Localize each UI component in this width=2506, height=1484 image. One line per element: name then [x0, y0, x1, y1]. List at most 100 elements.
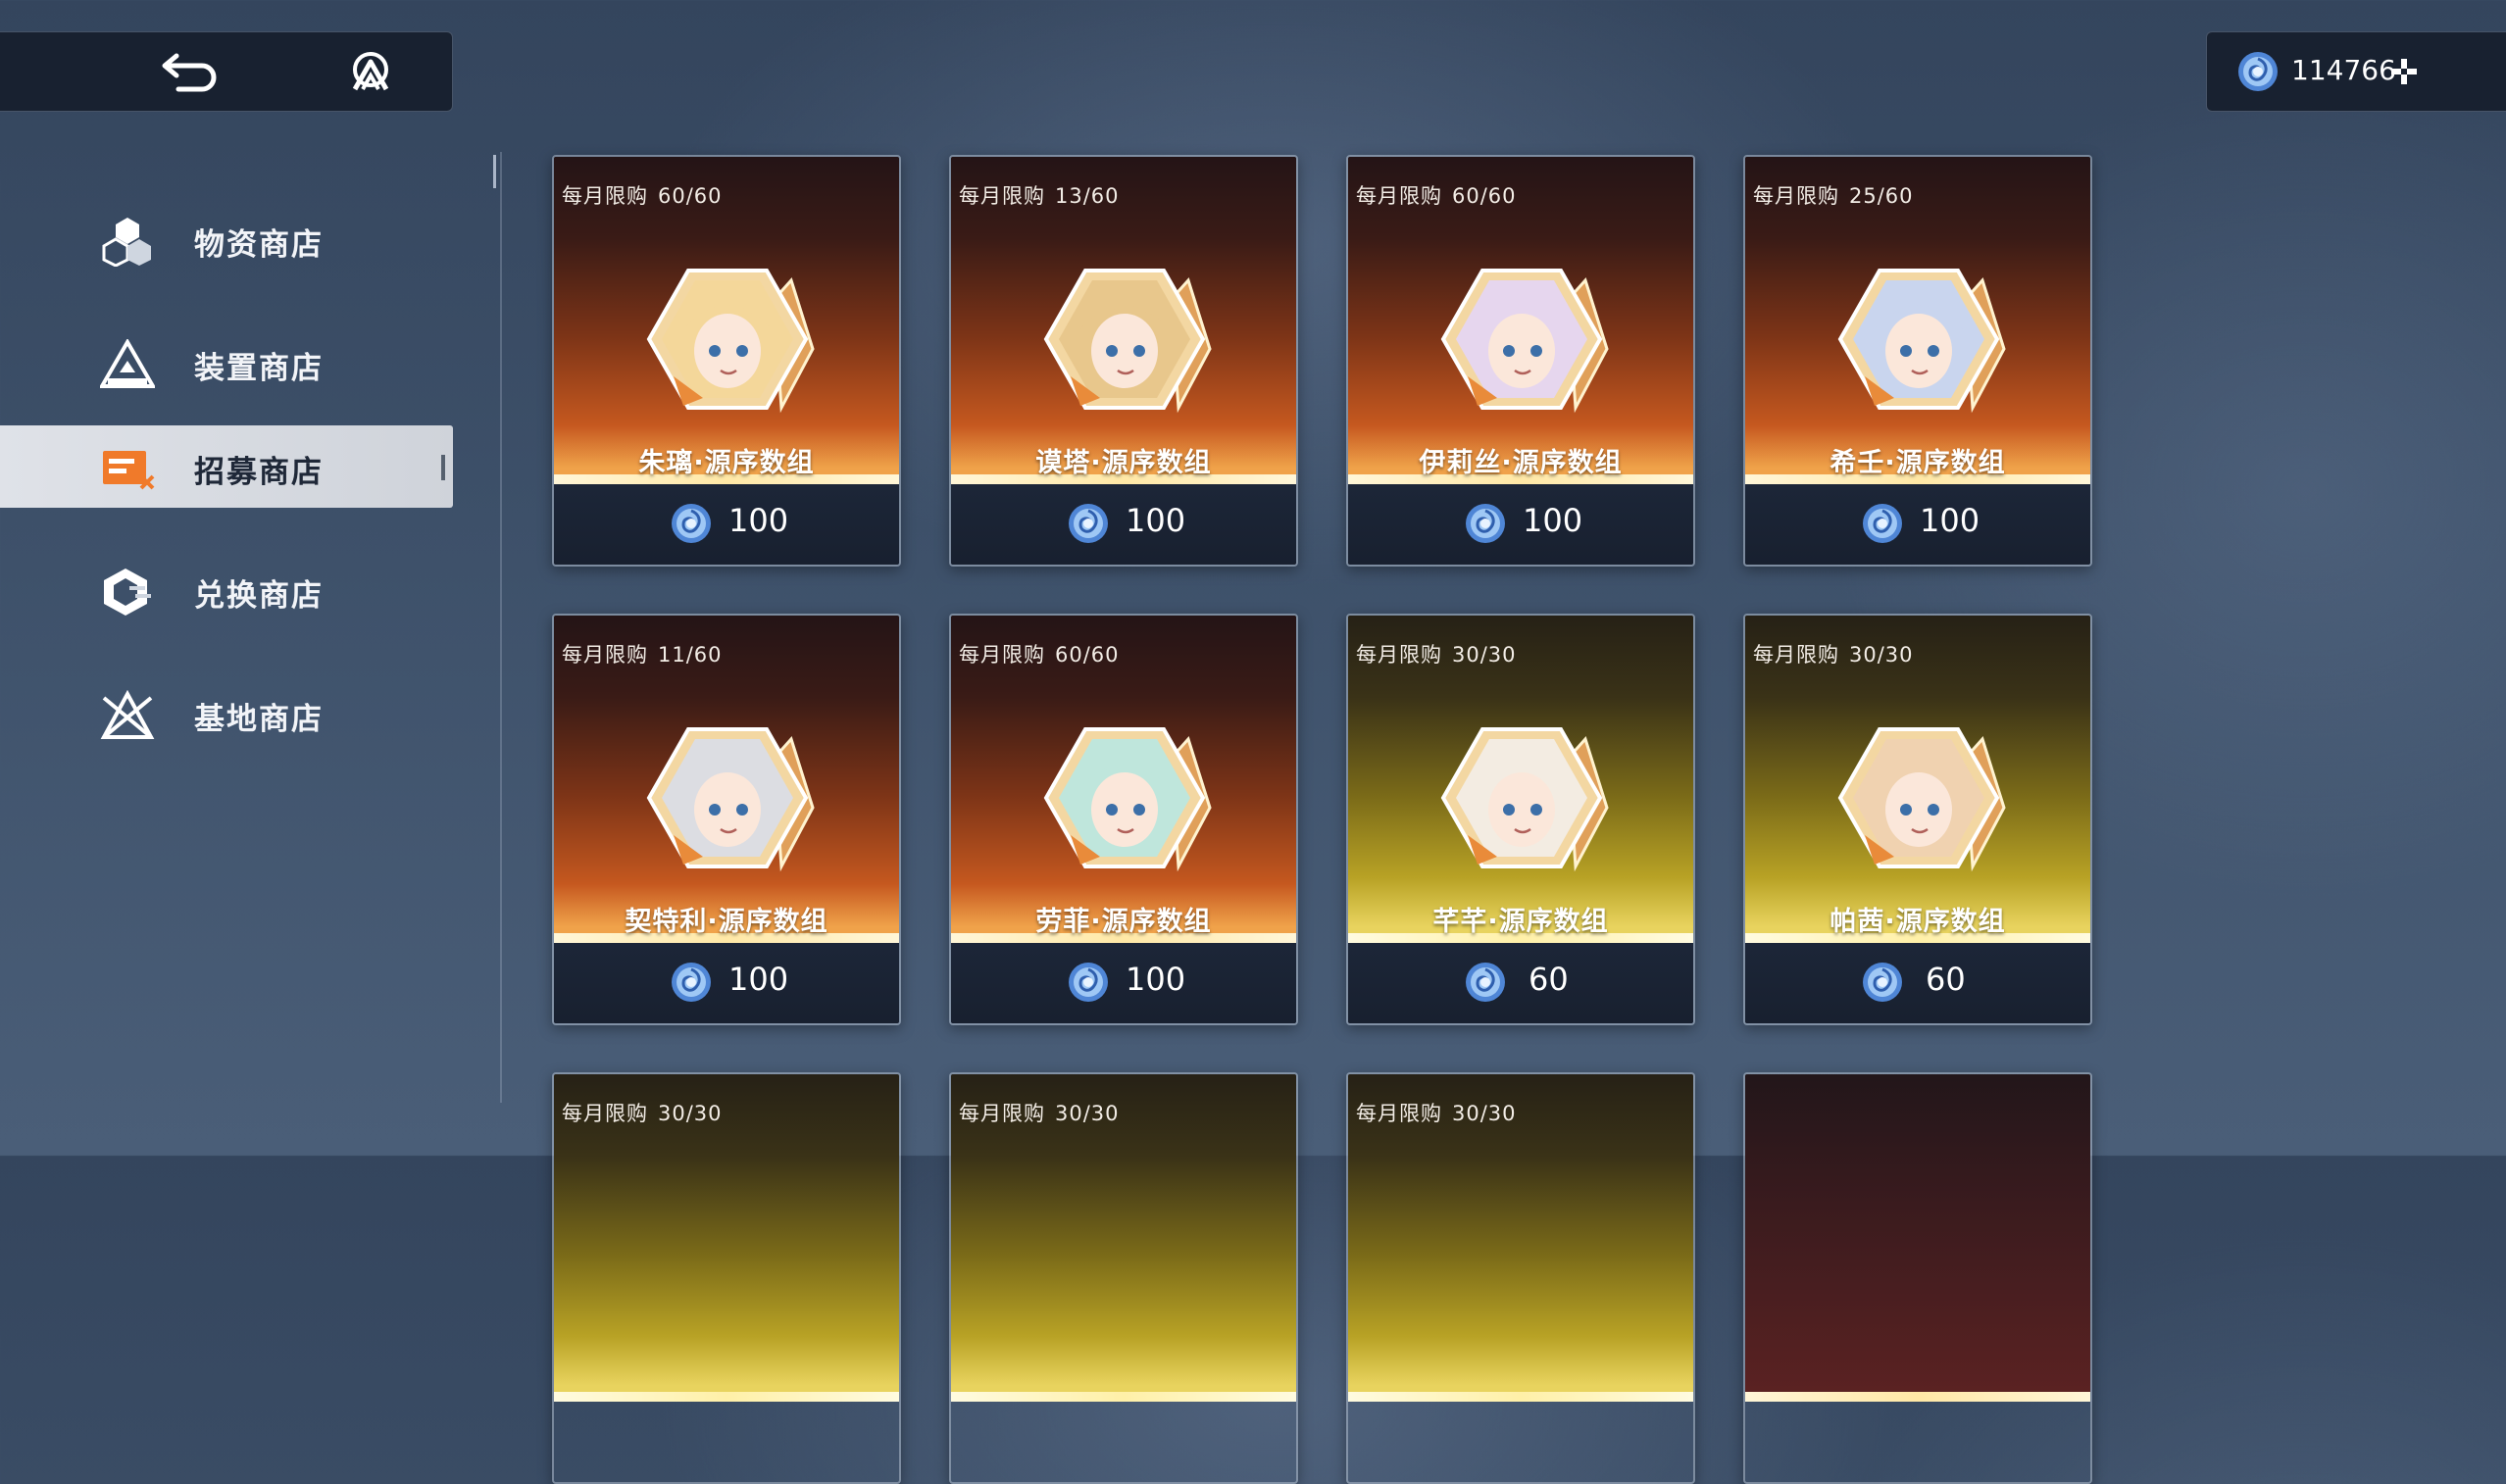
sidebar-item-label: 招募商店 [194, 455, 324, 490]
home-logo-icon [352, 52, 389, 91]
price-bar: 100 [1348, 484, 1693, 565]
shop-card[interactable] [1743, 1072, 2092, 1484]
device-icon [100, 339, 155, 388]
card-title: 劳菲·源序数组 [1035, 907, 1212, 937]
purchase-limit: 每月限购 60/60 [959, 639, 1120, 668]
shop-card[interactable]: 每月限购 13/60 谟塔·源序数组 100 [949, 155, 1298, 567]
purchase-limit: 每月限购 13/60 [959, 180, 1120, 210]
currency-amount: 114766 [2291, 54, 2396, 86]
card-title: 朱璃·源序数组 [638, 448, 815, 478]
price-bar: 60 [1745, 943, 2090, 1023]
limit-label: 每月限购 [1753, 184, 1839, 208]
sidebar-item-label: 兑换商店 [194, 578, 324, 614]
character-portrait-icon [1837, 269, 2006, 414]
purchase-limit: 每月限购 25/60 [1753, 180, 1914, 210]
price-bar: 100 [951, 943, 1296, 1023]
sidebar-divider [500, 152, 502, 1103]
back-button[interactable] [157, 46, 227, 97]
card-title: 伊莉丝·源序数组 [1419, 448, 1623, 478]
price-value: 100 [1126, 961, 1186, 998]
price-value: 60 [1529, 961, 1569, 998]
crystal-currency-icon [672, 504, 711, 543]
shop-card[interactable]: 每月限购 60/60 伊莉丝·源序数组 100 [1346, 155, 1695, 567]
limit-label: 每月限购 [1356, 643, 1442, 667]
character-portrait-icon [646, 727, 815, 872]
top-nav-bar [0, 31, 453, 112]
currency-display: 114766 [2206, 31, 2506, 112]
purchase-limit: 每月限购 30/30 [959, 1098, 1120, 1127]
price-value: 100 [728, 502, 789, 539]
character-portrait-icon [1043, 269, 1212, 414]
crystal-currency-icon [672, 963, 711, 1002]
purchase-limit: 每月限购 30/30 [1356, 639, 1517, 668]
shop-card[interactable]: 每月限购 30/30 [949, 1072, 1298, 1484]
sidebar-item-base-shop[interactable]: 基地商店 [0, 672, 453, 755]
sidebar-item-supply-shop[interactable]: 物资商店 [0, 198, 453, 280]
shop-card[interactable]: 每月限购 30/30 芊芊·源序数组 60 [1346, 614, 1695, 1025]
limit-count: 13/60 [1055, 184, 1120, 208]
price-bar: 60 [1348, 943, 1693, 1023]
card-title: 谟塔·源序数组 [1035, 448, 1212, 478]
price-value: 60 [1926, 961, 1966, 998]
add-currency-icon[interactable] [2388, 56, 2420, 87]
price-bar: 100 [554, 484, 899, 565]
card-title: 芊芊·源序数组 [1432, 907, 1609, 937]
supply-icon [102, 218, 151, 267]
sidebar-item-recruit-shop[interactable]: 招募商店 [0, 425, 453, 508]
purchase-limit: 每月限购 30/30 [1356, 1098, 1517, 1127]
price-value: 100 [1920, 502, 1980, 539]
character-portrait-icon [646, 269, 815, 414]
shop-card[interactable]: 每月限购 30/30 [552, 1072, 901, 1484]
home-button[interactable] [341, 46, 400, 97]
limit-label: 每月限购 [562, 643, 648, 667]
price-bar: 100 [1745, 484, 2090, 565]
shop-card[interactable]: 每月限购 30/30 [1346, 1072, 1695, 1484]
limit-count: 11/60 [658, 643, 723, 667]
shop-card[interactable]: 每月限购 60/60 朱璃·源序数组 100 [552, 155, 901, 567]
card-title: 帕茜·源序数组 [1829, 907, 2006, 937]
price-value: 100 [1523, 502, 1583, 539]
crystal-currency-icon [1466, 504, 1505, 543]
base-icon [100, 690, 155, 739]
limit-count: 60/60 [658, 184, 723, 208]
recruit-icon [103, 451, 155, 490]
price-bar: 100 [951, 484, 1296, 565]
character-portrait-icon [1440, 269, 1609, 414]
shop-card[interactable]: 每月限购 11/60 契特利·源序数组 100 [552, 614, 901, 1025]
shop-card[interactable]: 每月限购 30/30 帕茜·源序数组 60 [1743, 614, 2092, 1025]
character-portrait-icon [1043, 727, 1212, 872]
price-value: 100 [1126, 502, 1186, 539]
sidebar-item-label: 基地商店 [194, 702, 324, 737]
shop-card[interactable]: 每月限购 25/60 希壬·源序数组 100 [1743, 155, 2092, 567]
back-arrow-icon [162, 53, 217, 92]
limit-label: 每月限购 [959, 184, 1045, 208]
crystal-currency-icon [1863, 963, 1902, 1002]
price-bar: 100 [554, 943, 899, 1023]
crystal-currency-icon [2238, 52, 2278, 91]
limit-count: 30/30 [1849, 643, 1914, 667]
price-value: 100 [728, 961, 789, 998]
limit-label: 每月限购 [959, 1102, 1045, 1125]
crystal-currency-icon [1069, 504, 1108, 543]
limit-label: 每月限购 [959, 643, 1045, 667]
purchase-limit: 每月限购 30/30 [1753, 639, 1914, 668]
card-title: 希壬·源序数组 [1829, 448, 2006, 478]
limit-count: 30/30 [1452, 643, 1517, 667]
limit-count: 30/30 [1452, 1102, 1517, 1125]
crystal-currency-icon [1466, 963, 1505, 1002]
limit-count: 30/30 [658, 1102, 723, 1125]
limit-label: 每月限购 [1356, 184, 1442, 208]
sidebar-item-device-shop[interactable]: 装置商店 [0, 322, 453, 404]
character-portrait-icon [1440, 727, 1609, 872]
purchase-limit: 每月限购 60/60 [562, 180, 723, 210]
limit-count: 60/60 [1452, 184, 1517, 208]
active-indicator [441, 455, 445, 480]
crystal-currency-icon [1069, 963, 1108, 1002]
exchange-icon [104, 569, 151, 616]
card-art [1745, 1074, 2090, 1402]
purchase-limit: 每月限购 30/30 [562, 1098, 723, 1127]
card-title: 契特利·源序数组 [625, 907, 828, 937]
crystal-currency-icon [1863, 504, 1902, 543]
sidebar-item-exchange-shop[interactable]: 兑换商店 [0, 549, 453, 631]
shop-card[interactable]: 每月限购 60/60 劳菲·源序数组 100 [949, 614, 1298, 1025]
